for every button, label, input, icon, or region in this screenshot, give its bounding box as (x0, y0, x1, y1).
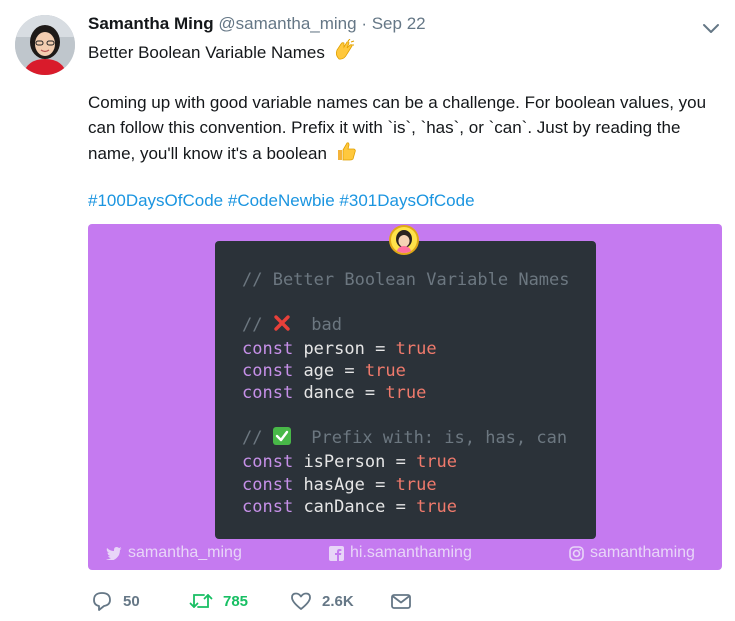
cross-mark-icon (273, 314, 291, 338)
code-identifier: person (303, 338, 365, 359)
like-count: 2.6K (322, 592, 354, 610)
code-operator: = (375, 338, 386, 359)
tweet-media-image[interactable]: // Better Boolean Variable Names // bad … (88, 224, 722, 570)
facebook-handle: hi.samanthaming (350, 544, 472, 561)
instagram-handle: samanthaming (590, 544, 695, 561)
code-comment-prefix: // (242, 314, 263, 335)
retweet-count: 785 (223, 592, 249, 610)
tweet-title: Better Boolean Variable Names (88, 43, 325, 62)
code-operator: = (395, 452, 406, 473)
code-value: true (416, 496, 458, 517)
code-value: true (364, 361, 406, 382)
code-value: true (416, 452, 458, 473)
like-button[interactable]: 2.6K (290, 589, 354, 613)
code-operator: = (375, 474, 386, 495)
code-comment-bad: bad (311, 314, 342, 335)
code-comment-title: // Better Boolean Variable Names (242, 270, 570, 290)
code-card: // Better Boolean Variable Names // bad … (215, 241, 596, 539)
code-operator: = (395, 496, 406, 517)
code-identifier: hasAge (303, 474, 365, 495)
code-value: true (395, 338, 437, 359)
code-block: // Better Boolean Variable Names // bad … (242, 269, 570, 518)
code-comment-good: Prefix with: is, has, can (311, 428, 568, 449)
twitter-bird-icon (106, 547, 122, 560)
code-operator: = (344, 361, 355, 382)
code-identifier: dance (303, 383, 355, 404)
facebook-icon (329, 545, 344, 561)
envelope-icon (391, 594, 411, 609)
chevron-down-icon[interactable] (700, 18, 722, 38)
code-keyword: const (242, 496, 294, 517)
author-badge-icon (389, 225, 419, 255)
thumbs-up-icon (335, 140, 357, 169)
code-operator: = (364, 383, 376, 404)
tweet-header: Samantha Ming @samantha_ming · Sep 22 (88, 13, 426, 35)
twitter-handle: samantha_ming (128, 544, 242, 561)
tweet-body-text: Coming up with good variable names can b… (88, 93, 707, 163)
heart-icon (291, 592, 311, 610)
code-keyword: const (242, 338, 294, 359)
code-keyword: const (242, 361, 294, 382)
reply-icon (93, 592, 111, 611)
avatar[interactable] (15, 15, 75, 75)
code-keyword: const (242, 474, 294, 495)
twitter-handle-watermark: samantha_ming (106, 544, 242, 562)
code-value: true (385, 383, 427, 404)
avatar-image (15, 15, 75, 75)
hashtag-link[interactable]: #100DaysOfCode (88, 191, 223, 210)
reply-button[interactable]: 50 (91, 589, 140, 613)
instagram-icon (569, 545, 584, 561)
user-handle[interactable]: @samantha_ming (218, 14, 356, 33)
check-mark-icon (272, 427, 291, 451)
hashtag-link[interactable]: #CodeNewbie (228, 191, 335, 210)
direct-message-button[interactable] (390, 589, 412, 613)
instagram-handle-watermark: samanthaming (569, 544, 695, 562)
tweet-date[interactable]: Sep 22 (372, 14, 426, 33)
code-keyword: const (242, 452, 294, 473)
retweet-button[interactable]: 785 (189, 589, 248, 613)
hashtags: #100DaysOfCode #CodeNewbie #301DaysOfCod… (88, 188, 475, 213)
code-identifier: canDance (303, 496, 386, 517)
code-comment-prefix: // (242, 428, 263, 449)
retweet-icon (189, 594, 213, 608)
tweet-body: Coming up with good variable names can b… (88, 90, 723, 169)
facebook-handle-watermark: hi.samanthaming (329, 544, 472, 562)
code-value: true (395, 474, 437, 495)
clapping-hands-icon (333, 38, 355, 67)
code-keyword: const (242, 383, 294, 404)
tweet-title-line: Better Boolean Variable Names (88, 38, 355, 67)
separator: · (361, 14, 367, 33)
code-identifier: isPerson (303, 452, 386, 473)
display-name[interactable]: Samantha Ming (88, 14, 214, 33)
hashtag-link[interactable]: #301DaysOfCode (339, 191, 474, 210)
reply-count: 50 (123, 592, 140, 610)
code-identifier: age (303, 361, 335, 382)
